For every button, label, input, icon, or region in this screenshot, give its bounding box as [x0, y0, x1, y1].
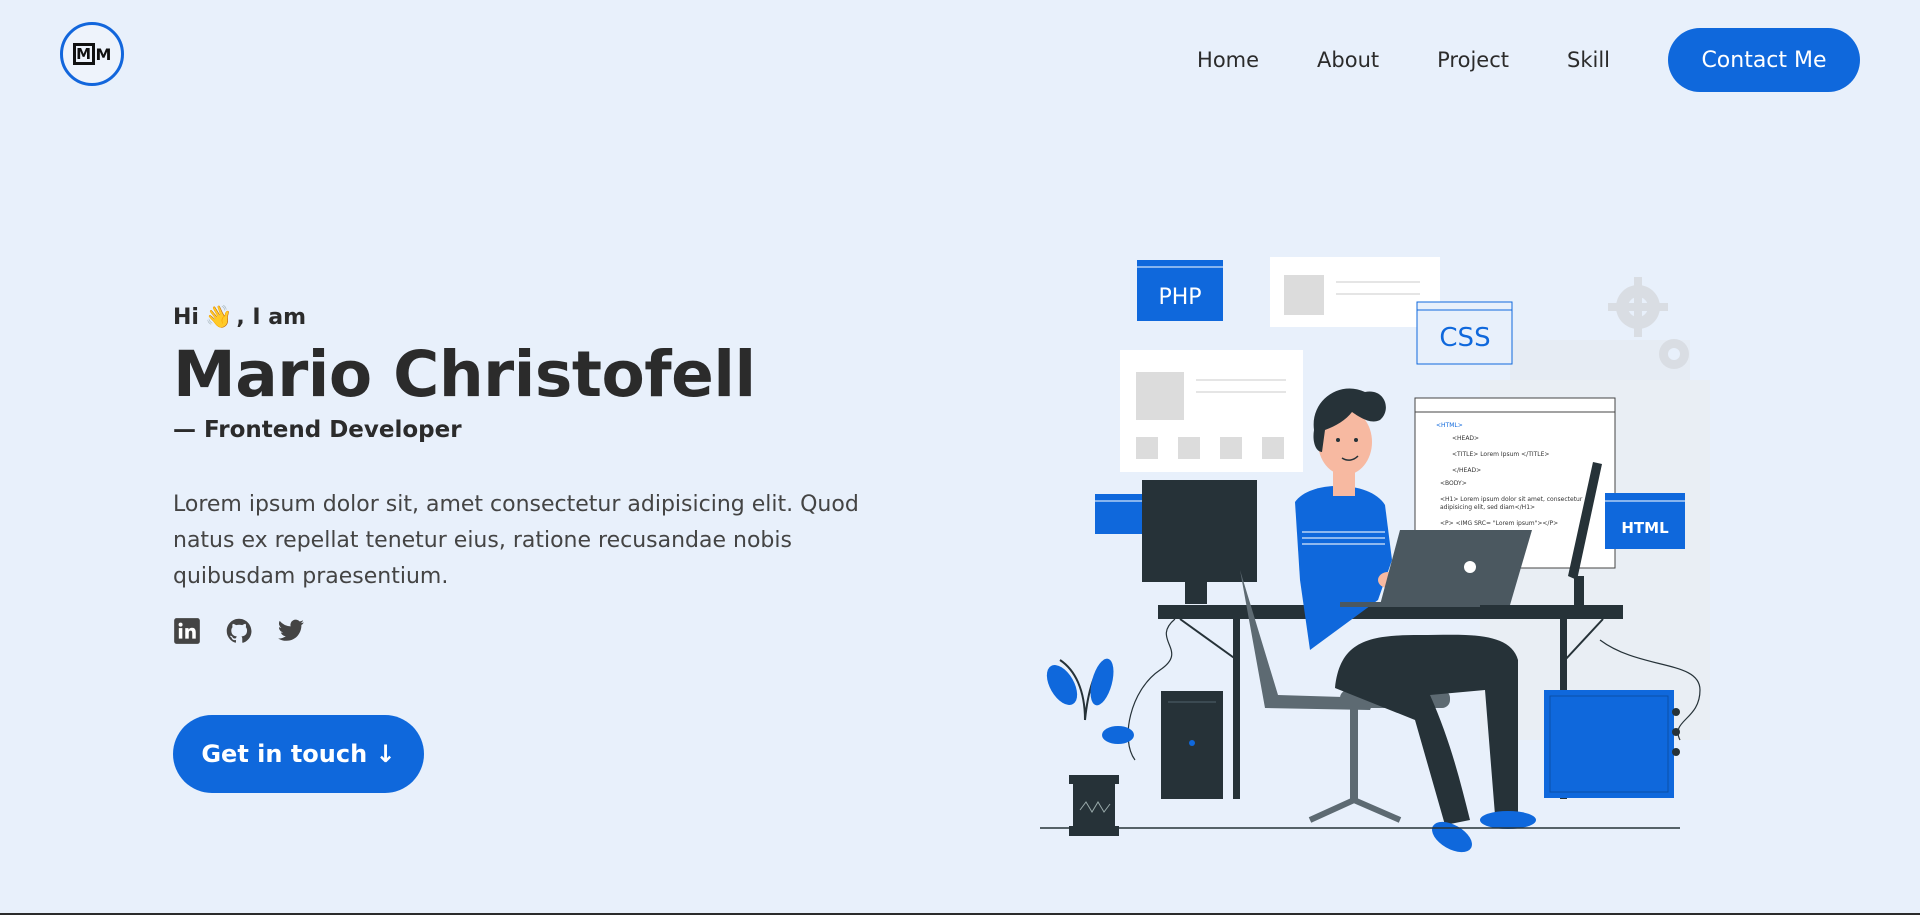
blue-cabinet [1544, 690, 1674, 798]
nav-link-project[interactable]: Project [1437, 48, 1509, 72]
linkedin-icon[interactable] [173, 617, 201, 645]
code-line: <BODY> [1440, 480, 1467, 487]
code-line: <P> <IMG SRC= "Lorem ipsum"></P> [1440, 520, 1558, 527]
logo-letter: M [95, 44, 112, 64]
wave-icon: 👋 [204, 305, 233, 330]
nav-link-home[interactable]: Home [1197, 48, 1259, 72]
hero-text: Hi 👋 , I am Mario Christofell — Frontend… [173, 305, 913, 645]
github-icon[interactable] [225, 617, 253, 645]
developer-illustration: PHP CSS <HTML> <HEAD> <TITLE> Lorem Ipsu… [1040, 257, 1710, 853]
hero-description: Lorem ipsum dolor sit, amet consectetur … [173, 492, 859, 589]
twitter-icon[interactable] [277, 617, 305, 645]
nav-link-skill[interactable]: Skill [1567, 48, 1610, 72]
main-nav: Home About Project Skill Contact Me [1197, 28, 1860, 92]
html-label: HTML [1621, 519, 1669, 537]
hero-name: Mario Christofell [173, 338, 756, 411]
code-line: <H1> Lorem ipsum dolor sit amet, consect… [1440, 496, 1583, 503]
logo-letter-boxed: M [72, 43, 95, 65]
nav-link-about[interactable]: About [1317, 48, 1379, 72]
monitor [1142, 480, 1257, 582]
hero-role: — Frontend Developer [173, 417, 462, 443]
site-logo[interactable]: M M [60, 22, 124, 86]
logo-mark: M M [72, 43, 112, 65]
css-label: CSS [1439, 323, 1490, 353]
get-in-touch-button[interactable]: Get in touch ↓ [173, 715, 424, 793]
plant-icon [1046, 658, 1134, 836]
desk [1158, 605, 1623, 619]
contact-me-button[interactable]: Contact Me [1668, 28, 1860, 92]
greeting-rest: , I am [236, 305, 306, 330]
code-line: <HEAD> [1452, 435, 1479, 442]
greeting-hi: Hi [173, 305, 199, 330]
code-line: <TITLE> Lorem Ipsum </TITLE> [1452, 451, 1549, 458]
greeting: Hi 👋 , I am [173, 305, 913, 330]
code-line: <HTML> [1436, 422, 1463, 429]
social-links [173, 617, 913, 645]
code-line: adipisicing elit, sed diam</H1> [1440, 504, 1535, 511]
php-label: PHP [1158, 285, 1201, 310]
code-line: </HEAD> [1452, 467, 1481, 474]
